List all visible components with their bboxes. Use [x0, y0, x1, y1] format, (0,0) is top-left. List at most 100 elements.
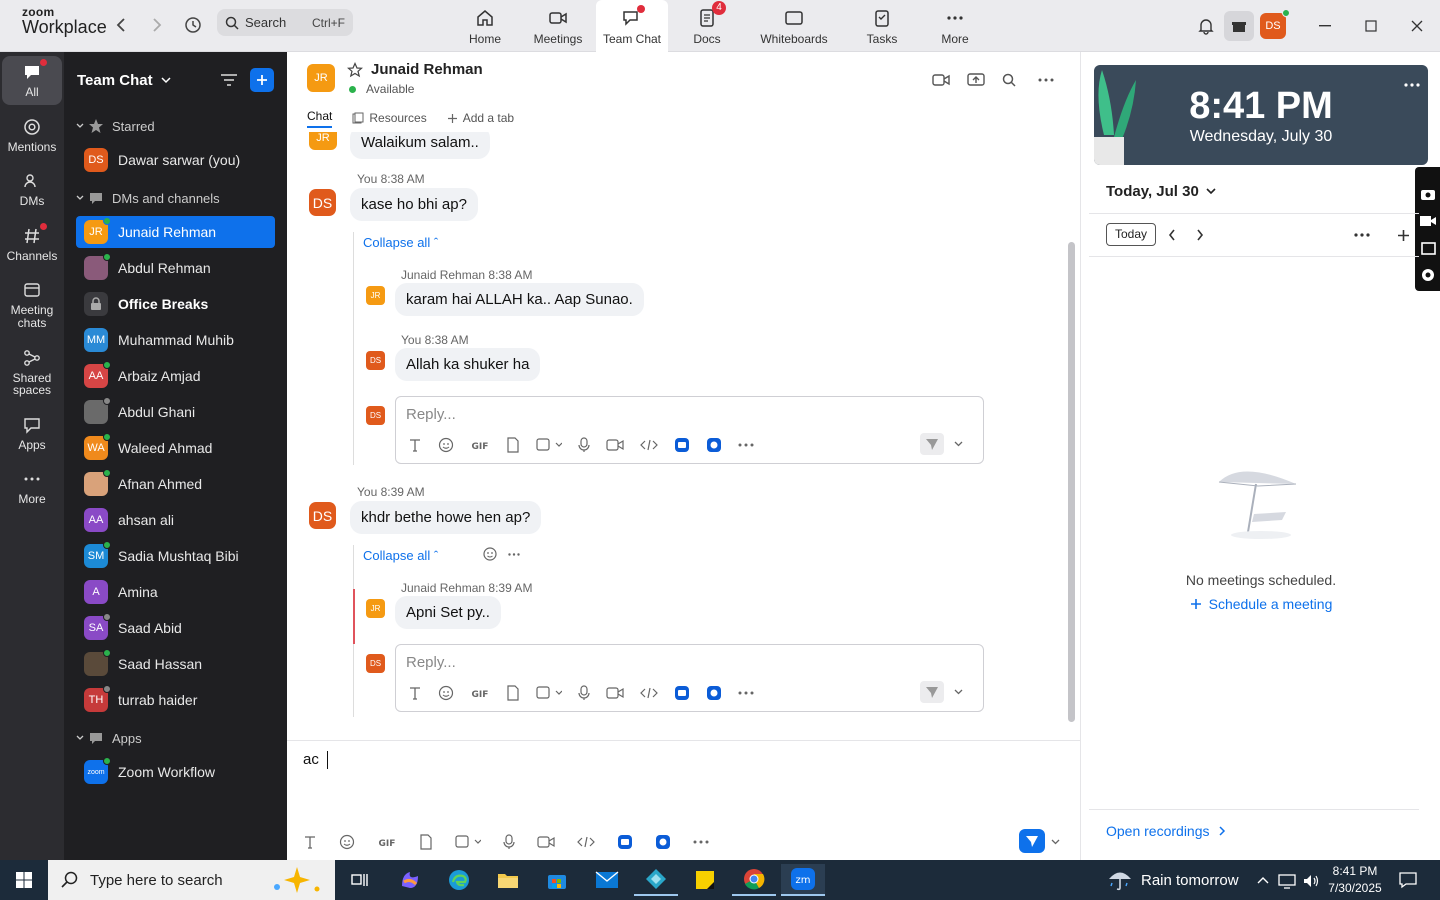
section-dms[interactable]: DMs and channels	[64, 180, 287, 216]
tab-chat[interactable]: Chat	[307, 108, 333, 128]
code-icon[interactable]	[640, 438, 658, 452]
rail-mentions[interactable]: Mentions	[2, 111, 62, 160]
message-bubble[interactable]: Walaikum salam..	[350, 132, 490, 159]
format-text-icon[interactable]	[408, 438, 422, 452]
send-button[interactable]	[920, 433, 944, 455]
reply-bubble[interactable]: Apni Set py..	[395, 596, 501, 629]
contact-avatar[interactable]: JR	[307, 64, 335, 92]
weather-widget[interactable]: Rain tomorrow	[1107, 860, 1239, 900]
rail-dms[interactable]: DMs	[2, 165, 62, 214]
video-clip-icon[interactable]	[606, 686, 624, 700]
reply-bubble[interactable]: karam hai ALLAH ka.. Aap Sunao.	[395, 283, 644, 316]
chevron-left-icon[interactable]	[1168, 229, 1176, 241]
network-icon[interactable]	[1278, 873, 1296, 889]
file-explorer-icon[interactable]	[486, 864, 530, 896]
schedule-meeting-link[interactable]: Schedule a meeting	[1081, 596, 1440, 612]
tab-whiteboards[interactable]: Whiteboards	[746, 0, 842, 52]
video-call-icon[interactable]	[932, 73, 950, 87]
taskbar-search[interactable]: Type here to search	[48, 860, 335, 900]
app-blue-alt-icon[interactable]	[655, 834, 671, 850]
gear-icon[interactable]	[1419, 266, 1437, 284]
sidebar-title[interactable]: Team Chat	[77, 72, 153, 89]
bell-icon[interactable]	[1188, 17, 1224, 35]
add-tab-button[interactable]: Add a tab	[447, 108, 514, 128]
emoji-icon[interactable]	[438, 437, 454, 453]
rail-meeting-chats[interactable]: Meeting chats	[2, 274, 62, 335]
tab-team-chat[interactable]: Team Chat	[596, 0, 668, 52]
open-recordings-link[interactable]: Open recordings	[1106, 823, 1226, 839]
reply-box[interactable]: Reply... GIF	[395, 644, 984, 712]
tab-resources[interactable]: Resources	[352, 108, 427, 128]
sidebar-item-dm[interactable]: JR Junaid Rehman	[76, 216, 275, 248]
copilot-icon[interactable]	[388, 864, 432, 896]
sidebar-item-dm[interactable]: Afnan Ahmed	[76, 468, 275, 500]
store-icon[interactable]	[535, 864, 579, 896]
video-clip-icon[interactable]	[537, 835, 555, 849]
screenshot-icon[interactable]	[455, 834, 481, 850]
maximize-icon[interactable]	[1348, 20, 1394, 32]
chevron-up-icon[interactable]	[1257, 876, 1269, 884]
chevron-down-icon[interactable]	[1051, 839, 1060, 845]
sticky-notes-icon[interactable]	[683, 864, 727, 896]
file-icon[interactable]	[419, 834, 433, 850]
app-blue-alt-icon[interactable]	[706, 685, 722, 701]
forward-arrow-icon[interactable]	[146, 14, 168, 36]
section-apps[interactable]: Apps	[64, 720, 287, 756]
sidebar-item-dm[interactable]: Office Breaks	[76, 288, 275, 320]
code-icon[interactable]	[640, 686, 658, 700]
chevron-down-icon[interactable]	[954, 689, 963, 695]
microphone-icon[interactable]	[578, 685, 590, 701]
compose-input[interactable]: ac	[303, 751, 328, 770]
chevron-down-icon[interactable]	[161, 76, 171, 84]
emoji-icon[interactable]	[438, 685, 454, 701]
sidebar-item-dm[interactable]: SM Sadia Mushtaq Bibi	[76, 540, 275, 572]
chrome-icon[interactable]	[732, 864, 776, 896]
user-avatar[interactable]: DS	[1260, 9, 1290, 39]
more-options-icon[interactable]	[693, 840, 709, 844]
code-icon[interactable]	[577, 835, 595, 849]
plus-icon[interactable]	[1397, 229, 1410, 242]
format-text-icon[interactable]	[408, 686, 422, 700]
camera-icon[interactable]	[1420, 187, 1436, 201]
chevron-right-icon[interactable]	[1196, 229, 1204, 241]
tab-docs[interactable]: 4 Docs	[668, 0, 746, 52]
file-icon[interactable]	[506, 685, 520, 701]
tab-home[interactable]: Home	[450, 0, 520, 52]
more-options-icon[interactable]	[1354, 233, 1370, 237]
system-clock[interactable]: 8:41 PM 7/30/2025	[1327, 863, 1383, 897]
windows-start-icon[interactable]	[2, 864, 46, 896]
more-options-icon[interactable]	[508, 553, 520, 556]
sidebar-item-dm[interactable]: TH turrab haider	[76, 684, 275, 716]
sidebar-item-dm[interactable]: Abdul Ghani	[76, 396, 275, 428]
star-outline-icon[interactable]	[347, 62, 363, 78]
rail-channels[interactable]: Channels	[2, 220, 62, 269]
app-blue-icon[interactable]	[617, 834, 633, 850]
sidebar-item-dm[interactable]: Saad Hassan	[76, 648, 275, 680]
date-selector[interactable]: Today, Jul 30	[1106, 183, 1216, 200]
app-blue-alt-icon[interactable]	[706, 437, 722, 453]
task-view-icon[interactable]	[338, 864, 382, 896]
emoji-icon[interactable]	[339, 834, 355, 850]
sidebar-item-dm[interactable]: AA Arbaiz Amjad	[76, 360, 275, 392]
app-icon[interactable]	[634, 864, 678, 896]
rail-more[interactable]: More	[2, 463, 62, 512]
back-arrow-icon[interactable]	[110, 14, 132, 36]
collapse-all-link[interactable]: Collapse all ˆ	[363, 548, 438, 563]
history-icon[interactable]	[182, 14, 204, 36]
send-button[interactable]	[920, 681, 944, 703]
zoom-taskbar-icon[interactable]: zm	[781, 864, 825, 896]
reply-bubble[interactable]: Allah ka shuker ha	[395, 348, 541, 381]
search-bar[interactable]: Search Ctrl+F	[217, 9, 353, 36]
sidebar-item-dm[interactable]: A Amina	[76, 576, 275, 608]
sidebar-item-dawar-sarwar[interactable]: DS Dawar sarwar (you)	[76, 144, 275, 176]
microphone-icon[interactable]	[578, 437, 590, 453]
microphone-icon[interactable]	[503, 834, 515, 850]
edge-browser-icon[interactable]	[437, 864, 481, 896]
video-icon[interactable]	[1419, 214, 1437, 228]
tab-tasks[interactable]: Tasks	[842, 0, 922, 52]
section-starred[interactable]: Starred	[64, 108, 287, 144]
add-reaction-icon[interactable]	[482, 546, 498, 562]
gif-icon[interactable]: GIF	[377, 836, 397, 848]
tab-more[interactable]: More	[922, 0, 988, 52]
rail-shared-spaces[interactable]: Shared spaces	[2, 342, 62, 403]
